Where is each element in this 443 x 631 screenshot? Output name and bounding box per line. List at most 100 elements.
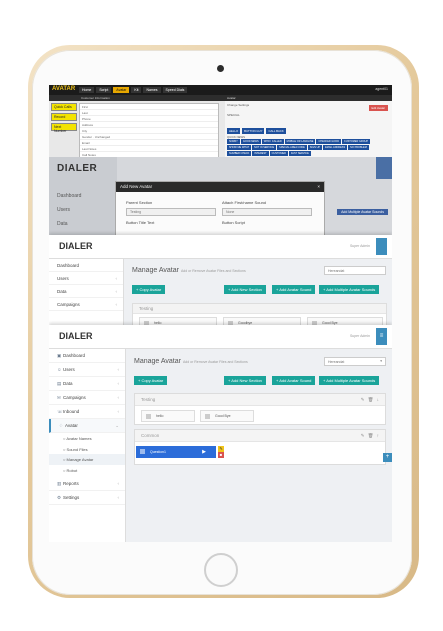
quick-calls-button[interactable]: Quick Calls <box>51 103 77 111</box>
avatar-chip[interactable]: INTEREST <box>252 151 269 156</box>
section-panel-testing: Testing ✎ 🗑 ↓ hello Good Bye <box>134 393 386 425</box>
hamburger-menu-icon[interactable]: ≡ <box>376 328 387 345</box>
avatar-chip[interactable]: CHECKED GOOD <box>316 139 342 144</box>
parent-section-select[interactable]: Testing <box>126 208 216 216</box>
admin-label[interactable]: Super Admin <box>350 334 370 338</box>
menu-toggle[interactable] <box>376 238 387 255</box>
attach-sound-select[interactable]: None <box>222 208 312 216</box>
sidebar-item-label: Dashboard <box>57 263 80 268</box>
add-multiple-sounds-button[interactable]: + Add Multiple Avatar Sounds <box>319 376 380 385</box>
menu-toggle[interactable] <box>376 157 392 179</box>
agent-menu-item[interactable]: Names <box>143 87 161 93</box>
sidebar-item-label: Inbound <box>63 409 80 414</box>
sidebar-item-campaigns[interactable]: ✉ Campaigns ‹ <box>49 391 125 405</box>
avatar-chip[interactable]: SIGN UP <box>307 145 323 150</box>
avatar-top-chips: HELLO BUTTON GUY CALL BACK <box>227 128 286 134</box>
avatar-chip[interactable]: EMAIL ADDRESS <box>323 145 348 150</box>
panel-tools-icon[interactable]: ✎ 🗑 ↓ <box>361 397 380 403</box>
sidebar-item-label: Campaigns <box>63 395 86 400</box>
agent-user[interactable]: agent01 <box>375 87 388 91</box>
panel-tools-icon[interactable]: ✎ 🗑 ↑ <box>361 433 380 439</box>
delete-icon[interactable]: ■ <box>218 452 224 458</box>
sidebar-item-dashboard[interactable]: ▣ Dashboard <box>49 349 125 363</box>
avatar-chips: SORRY GOOD NEWS WHO I CALLED MOBILE OR L… <box>227 139 392 156</box>
sidebar-item-dashboard[interactable]: Dashboard <box>49 259 123 272</box>
avatar-chip[interactable]: NOT IN SERVICE <box>252 145 277 150</box>
avatar-chip[interactable]: NO PROBLEM <box>348 145 369 150</box>
play-icon[interactable]: ▶ <box>202 449 206 455</box>
sound-icon <box>140 449 145 454</box>
sidebar-item-reports[interactable]: ▥ Reports ‹ <box>49 477 125 491</box>
change-settings-label[interactable]: Change Settings <box>227 103 249 107</box>
agent-menu-item-active[interactable]: Avatar <box>113 87 130 93</box>
chevron-icon: ‹ <box>117 381 120 386</box>
avatar-chip[interactable]: WHO I CALLED <box>261 139 284 144</box>
admin-label[interactable]: Super Admin <box>350 244 370 248</box>
home-button[interactable] <box>204 553 238 587</box>
avatar-select[interactable]: Hereandat ▾ <box>324 357 386 366</box>
add-sound-button[interactable]: + Add Avatar Sound <box>272 285 316 294</box>
avatar-chip[interactable]: MOBILE OR LANDLINE <box>284 139 316 144</box>
avatar-chip[interactable]: CALL BACK <box>266 128 286 134</box>
agent-topbar: AVATAR Home Script Avatar Kit Names Spee… <box>49 85 392 95</box>
avatar-chip[interactable]: HELLO <box>227 128 241 134</box>
sound-icon <box>205 414 210 419</box>
sidebar-item-avatar[interactable]: ♢ Avatar ⌄ <box>49 419 125 433</box>
avatar-chip[interactable]: BUTTON GUY <box>242 128 265 134</box>
dialer-logo: DIALER <box>59 331 93 341</box>
sidebar-item-data[interactable]: ▤ Data ‹ <box>49 377 125 391</box>
chevron-icon: ‹ <box>117 367 120 372</box>
agent-menu-item[interactable]: Home <box>79 87 95 93</box>
add-sound-button[interactable]: + Add Avatar Sound <box>272 376 316 385</box>
sidebar-item-data[interactable]: Data <box>57 221 68 227</box>
avatar-sound-label: Question1 <box>150 450 166 454</box>
avatar-chip[interactable]: SPECIAL AREA CODE <box>277 145 307 150</box>
sidebar-subitem-sound-files[interactable]: ○ Sound Files <box>49 444 125 455</box>
next-number-button[interactable]: Next Number <box>51 123 77 133</box>
add-float-button[interactable]: + <box>383 453 392 462</box>
sidebar-item-settings[interactable]: ⚙ Settings ‹ <box>49 491 125 505</box>
sidebar-item-label: Users <box>63 367 75 372</box>
sidebar-item-users[interactable]: Users <box>57 207 70 213</box>
sidebar-subitem-avatar-names[interactable]: ○ Avatar Names <box>49 433 125 444</box>
agent-menu-item[interactable]: Script <box>96 87 112 93</box>
gender-select[interactable]: Unchanged <box>95 135 110 139</box>
add-section-button[interactable]: + Add New Section <box>224 376 266 385</box>
attach-sound-label: Attach First/name Sound <box>222 200 267 205</box>
button-title-label: Button Title Text <box>126 220 155 225</box>
panel-title: Testing <box>133 304 386 314</box>
sidebar-item-inbound[interactable]: ☏Inbound ‹ <box>49 405 125 419</box>
sidebar-subitem-robot[interactable]: ○ Robot <box>49 465 125 476</box>
modal-header: Add New Avatar × <box>116 182 324 192</box>
record-button[interactable]: Record <box>51 113 77 121</box>
copy-avatar-button[interactable]: + Copy Avatar <box>134 376 168 385</box>
sound-tile[interactable]: Good Bye <box>200 410 254 422</box>
sidebar-subitem-manage-avatar[interactable]: ○ Manage Avatar <box>49 454 125 465</box>
add-multiple-sounds-button[interactable]: Add Multiple Avatar Sounds <box>337 209 388 215</box>
avatar-chip[interactable]: CUSTOMER GROUP <box>342 139 371 144</box>
agent-menu-item[interactable]: Speed Dials <box>162 87 188 93</box>
close-icon[interactable]: × <box>317 184 320 189</box>
sidebar-item-users[interactable]: ☺Users ‹ <box>49 363 125 377</box>
sound-tile[interactable]: hello <box>141 410 195 422</box>
sidebar-item-data[interactable]: Data ‹ <box>49 285 123 298</box>
copy-avatar-button[interactable]: + Copy Avatar <box>132 285 166 294</box>
avatar-chip[interactable]: GOOD NEWS <box>240 139 261 144</box>
sidebar-item-dashboard[interactable]: Dashboard <box>57 193 81 199</box>
avatar-select[interactable]: Hereandat <box>324 266 386 275</box>
sidebar-item-users[interactable]: Users ‹ <box>49 272 123 285</box>
add-multiple-sounds-button[interactable]: + Add Multiple Avatar Sounds <box>319 285 380 294</box>
tablet-screen: AVATAR Home Script Avatar Kit Names Spee… <box>49 85 392 542</box>
avatar-chip[interactable]: FAST SERVICE <box>288 151 311 156</box>
agent-menu-item[interactable]: Kit <box>131 87 142 93</box>
avatar-chip[interactable]: SHOW ME WHAT <box>227 145 252 150</box>
sidebar-item-campaigns[interactable]: Campaigns ‹ <box>49 298 123 311</box>
add-section-button[interactable]: + Add New Section <box>224 285 266 294</box>
avatar-chip[interactable]: SORRY <box>227 139 240 144</box>
avatar-chip[interactable]: NUMBER CHECK <box>227 151 252 156</box>
form-row-label: Gender <box>82 135 93 139</box>
avatar-chip[interactable]: CUSTOMER <box>269 151 288 156</box>
avatar-sound-tile[interactable]: Question1 ▶ <box>136 446 216 458</box>
edit-avatar-button[interactable]: Edit Avatar <box>368 105 388 111</box>
panel-header: Testing ✎ 🗑 ↓ <box>135 394 385 406</box>
